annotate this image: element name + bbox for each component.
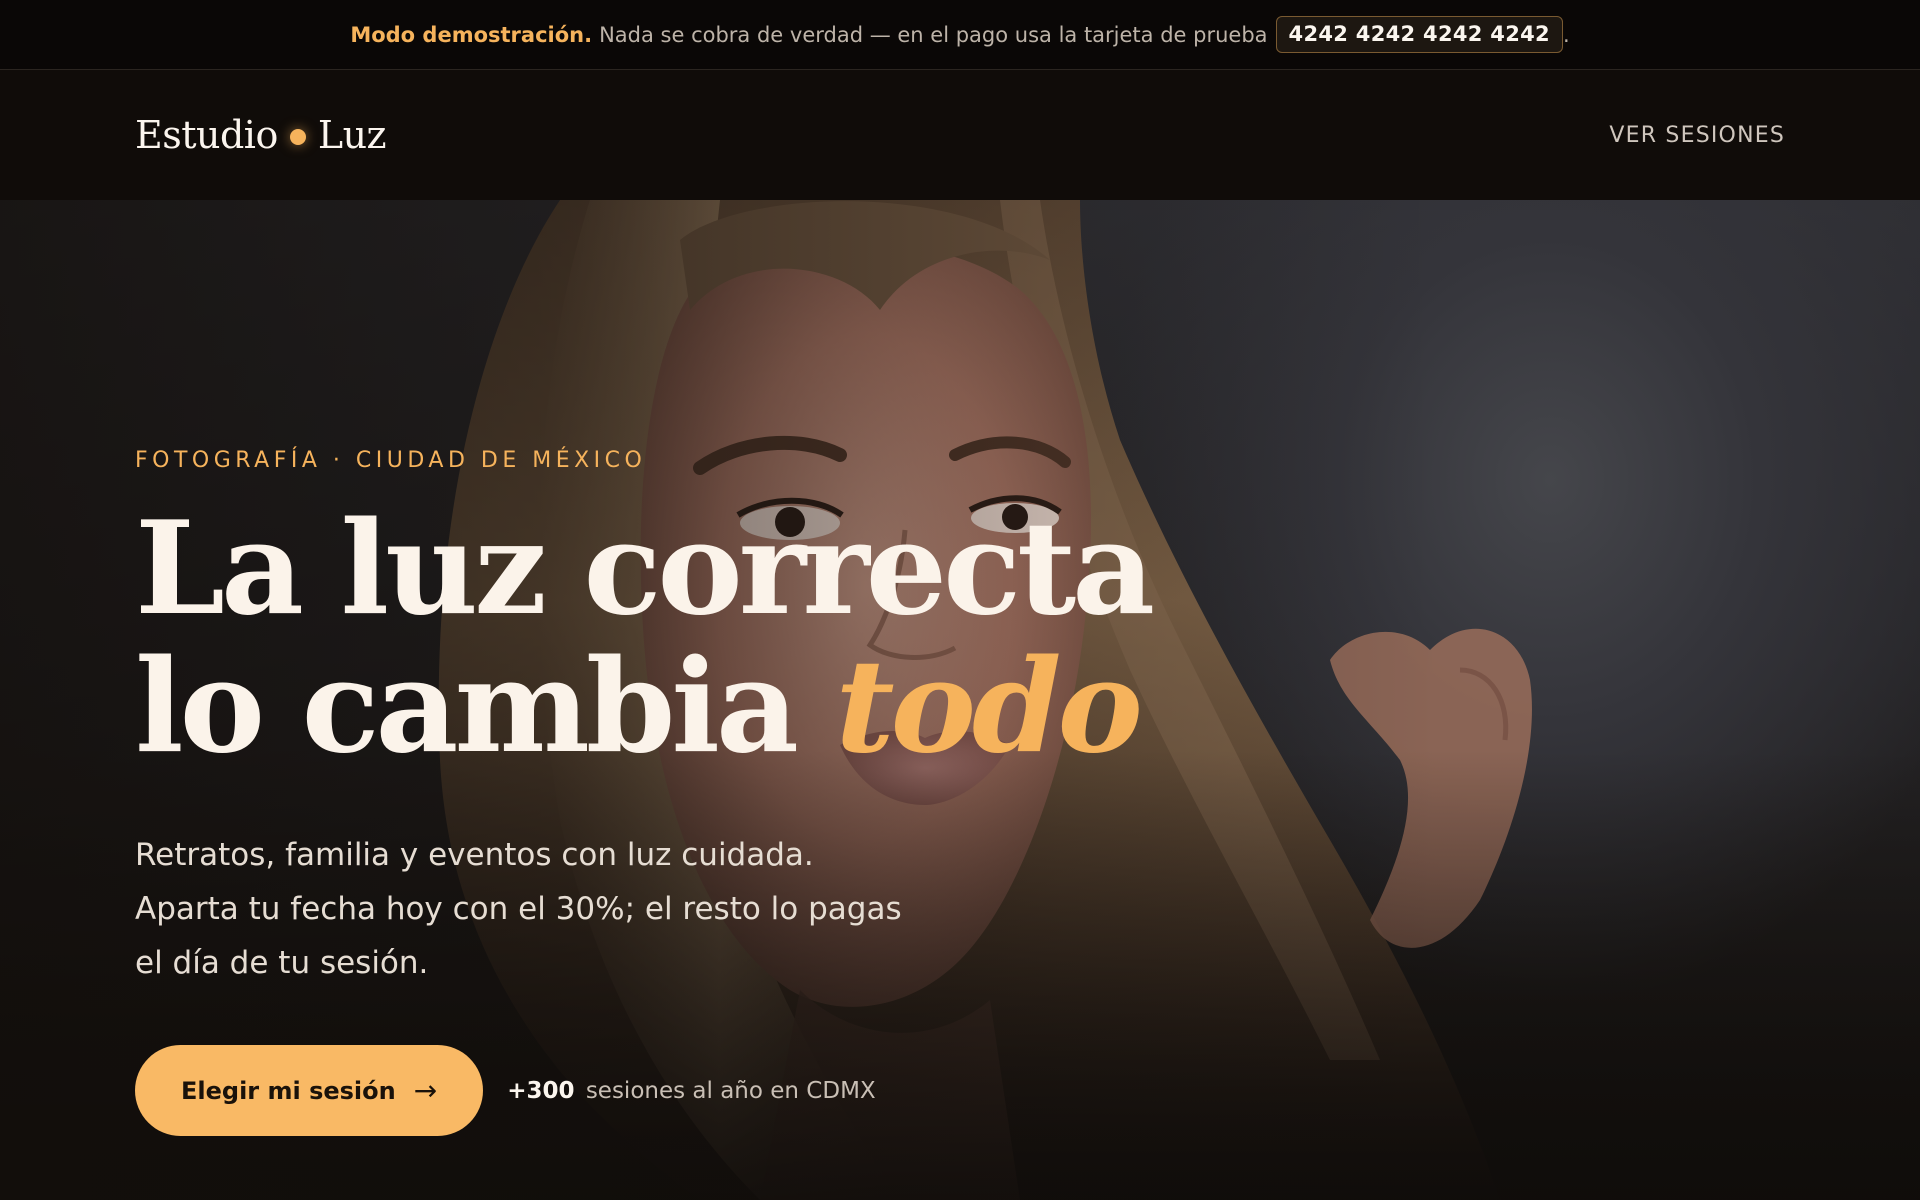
demo-message: Nada se cobra de verdad — en el pago usa… xyxy=(599,22,1268,47)
demo-mode-label: Modo demostración. xyxy=(350,22,593,47)
demo-banner: Modo demostración. Nada se cobra de verd… xyxy=(0,0,1920,70)
logo-word-luz: Luz xyxy=(317,113,387,157)
cta-label: Elegir mi sesión xyxy=(181,1076,396,1105)
headline-line-1: La luz correcta xyxy=(135,494,1155,644)
banner-period: . xyxy=(1562,22,1570,47)
logo-word-estudio: Estudio xyxy=(135,113,278,157)
elegir-sesion-button[interactable]: Elegir mi sesión → xyxy=(135,1045,484,1136)
test-card-number: 4242 4242 4242 4242 xyxy=(1275,16,1563,53)
nav-ver-sesiones[interactable]: VER SESIONES xyxy=(1609,123,1785,148)
site-header: Estudio Luz VER SESIONES xyxy=(0,70,1920,200)
headline-accent: todo xyxy=(835,632,1143,782)
hero-section: FOTOGRAFÍA · CIUDAD DE MÉXICO La luz cor… xyxy=(0,200,1920,1200)
social-proof: +300 sesiones al año en CDMX xyxy=(507,1078,875,1104)
headline-line-2: lo cambia xyxy=(135,632,799,782)
hero-description: Retratos, familia y eventos con luz cuid… xyxy=(135,837,902,981)
dot-icon xyxy=(289,129,306,145)
sessions-text: sesiones al año en CDMX xyxy=(585,1077,876,1104)
sessions-count: +300 xyxy=(507,1077,575,1104)
hero-eyebrow: FOTOGRAFÍA · CIUDAD DE MÉXICO xyxy=(135,448,647,473)
brand-logo[interactable]: Estudio Luz xyxy=(135,113,387,157)
hero-cta-row: Elegir mi sesión → +300 sesiones al año … xyxy=(135,1045,876,1136)
arrow-right-icon: → xyxy=(413,1074,438,1107)
hero-headline: La luz correcta lo cambia todo xyxy=(135,500,1155,776)
